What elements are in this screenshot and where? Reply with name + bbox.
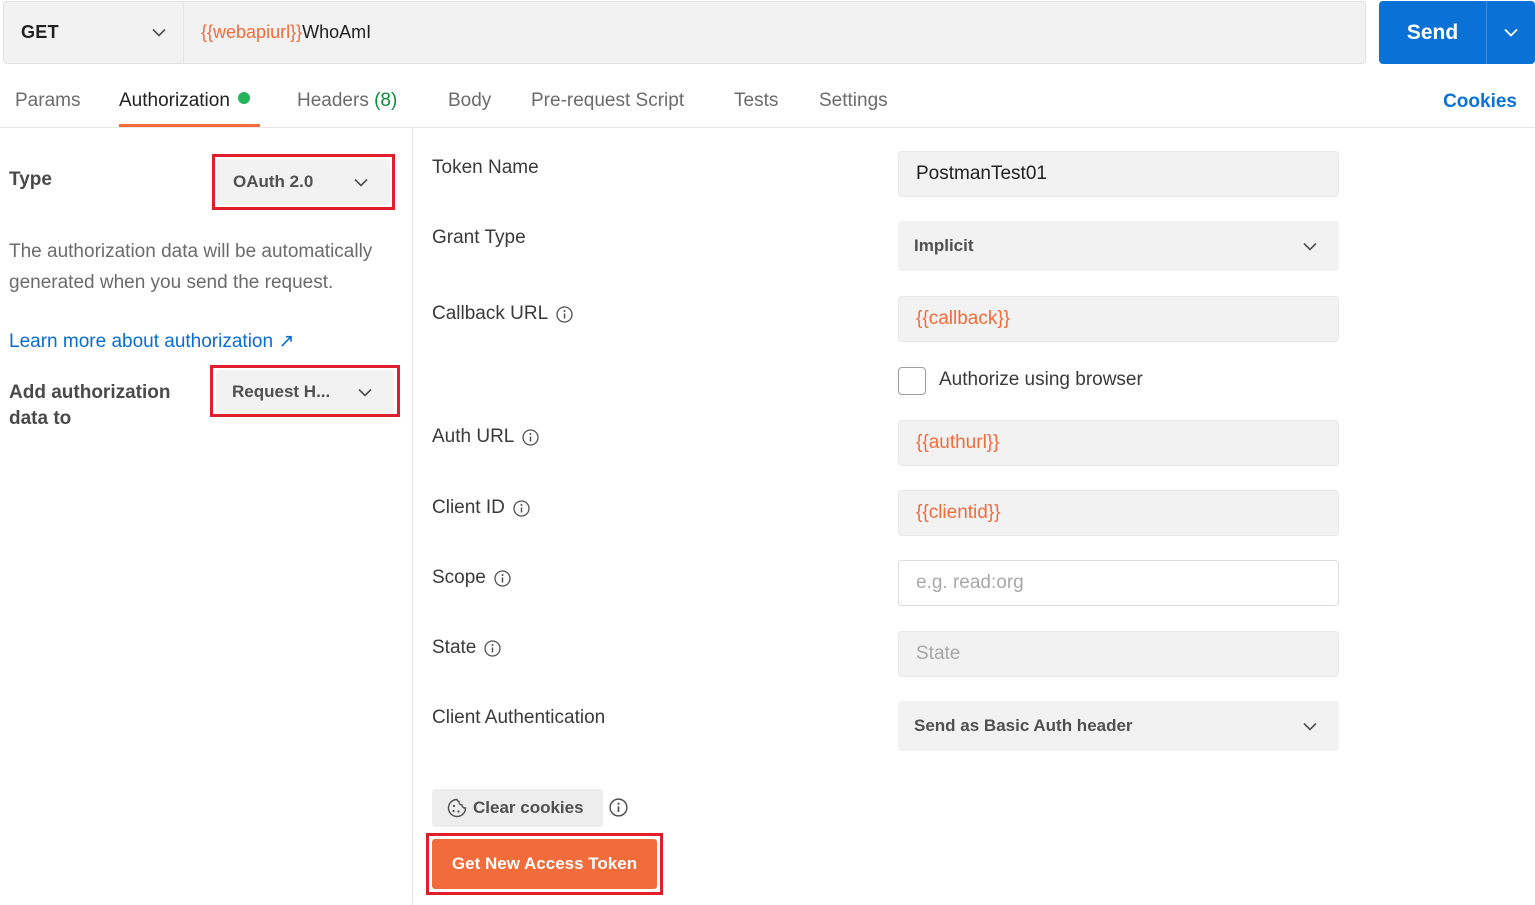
clear-cookies-label: Clear cookies [473,798,584,817]
authorize-browser-checkbox[interactable] [898,367,926,395]
auth-url-input[interactable]: {{authurl}} [898,420,1339,466]
type-label: Type [9,169,52,190]
tab-params[interactable]: Params [15,90,80,112]
send-button-group: Send [1379,1,1535,64]
url-path: WhoAmI [302,22,372,42]
callback-url-label: Callback URL [432,303,573,325]
send-options-button[interactable] [1487,1,1535,64]
state-label: State [432,637,502,659]
token-name-label: Token Name [432,157,539,179]
grant-type-label: Grant Type [432,227,526,249]
tab-authorization[interactable]: Authorization [119,90,250,112]
client-auth-label-text: Client Authentication [432,707,606,728]
info-icon[interactable] [522,428,540,446]
tab-authorization-label: Authorization [119,90,230,111]
chevron-down-icon [152,28,166,37]
url-input[interactable]: {{webapiurl}} WhoAmI [184,2,1365,63]
request-tabs: Params Authorization Headers (8) Body Pr… [0,64,1535,128]
scope-label-text: Scope [432,567,486,588]
grant-type-label-text: Grant Type [432,227,526,248]
send-button[interactable]: Send [1379,1,1487,64]
callback-url-label-text: Callback URL [432,303,549,324]
grant-type-select[interactable]: Implicit [898,221,1339,271]
client-auth-select[interactable]: Send as Basic Auth header [898,701,1339,751]
method-select[interactable]: GET [4,2,184,63]
auth-url-label-text: Auth URL [432,426,515,447]
info-icon[interactable] [556,305,573,323]
url-variable: {{webapiurl}} [201,22,303,42]
state-input[interactable]: State [898,631,1339,677]
info-icon[interactable] [609,798,628,817]
highlight-frame [210,365,400,417]
state-placeholder: State [916,643,961,664]
tab-pre-request-script[interactable]: Pre-request Script [531,90,684,112]
client-auth-value: Send as Basic Auth header [914,716,1133,735]
tab-tests[interactable]: Tests [734,90,778,112]
client-id-value: {{clientid}} [916,502,1001,523]
chevron-down-icon [1504,28,1518,37]
chevron-down-icon [1303,242,1317,251]
clear-cookies-button[interactable]: Clear cookies [432,789,603,827]
highlight-frame [212,154,395,210]
info-icon[interactable] [494,569,511,587]
auth-url-value: {{authurl}} [916,432,1000,453]
headers-count: (8) [374,90,398,111]
cookies-link[interactable]: Cookies [1443,91,1517,113]
add-auth-to-label: Add authorization data to [9,382,171,429]
tab-headers[interactable]: Headers (8) [297,90,397,112]
auth-url-label: Auth URL [432,426,540,448]
tab-settings[interactable]: Settings [819,90,888,112]
request-bar: GET {{webapiurl}} WhoAmI [3,1,1366,64]
tab-body[interactable]: Body [448,90,491,112]
info-icon[interactable] [484,639,502,657]
client-id-label-text: Client ID [432,497,505,518]
token-name-label-text: Token Name [432,157,539,178]
grant-type-value: Implicit [914,236,974,255]
client-id-label: Client ID [432,497,530,519]
token-name-value: PostmanTest01 [916,163,1047,184]
callback-url-input[interactable]: {{callback}} [898,296,1339,342]
cookie-icon [447,798,467,818]
info-icon[interactable] [513,499,530,517]
token-name-input[interactable]: PostmanTest01 [898,151,1339,197]
get-new-access-token-button[interactable]: Get New Access Token [432,839,657,889]
client-auth-label: Client Authentication [432,707,605,729]
status-dot [237,92,250,104]
chevron-down-icon [1303,722,1317,731]
client-id-input[interactable]: {{clientid}} [898,490,1339,536]
scope-label: Scope [432,567,511,589]
auth-description: The authorization data will be automatic… [9,241,373,293]
state-label-text: State [432,637,477,658]
learn-more-link[interactable]: Learn more about authorization ↗ [9,330,294,353]
panel-divider [412,128,413,905]
tab-headers-label: Headers [297,90,369,111]
authorize-browser-label[interactable]: Authorize using browser [939,369,1143,391]
scope-placeholder: e.g. read:org [916,572,1024,593]
method-label: GET [21,22,59,42]
active-tab-indicator [119,124,260,127]
callback-url-value: {{callback}} [916,308,1011,329]
scope-input[interactable]: e.g. read:org [898,560,1339,606]
